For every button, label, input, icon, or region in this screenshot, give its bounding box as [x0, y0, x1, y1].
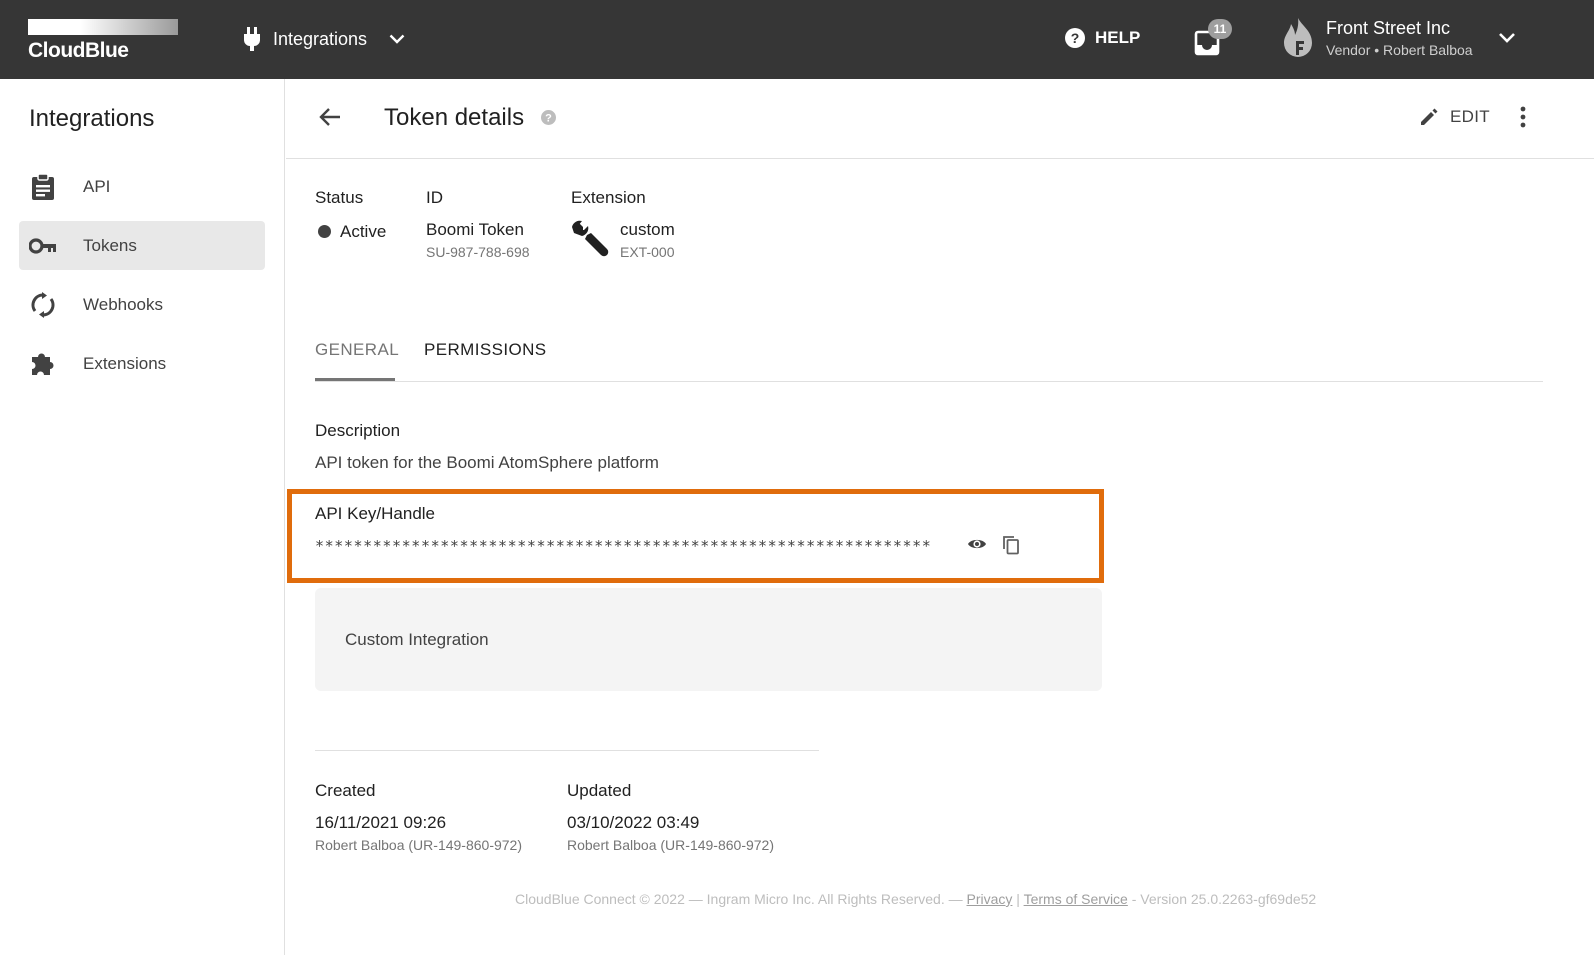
footer-separator: |: [1012, 891, 1024, 907]
id-code: SU-987-788-698: [426, 244, 530, 260]
notifications-button[interactable]: 11: [1194, 19, 1236, 58]
api-key-label: API Key/Handle: [315, 504, 436, 523]
cloudblue-logo[interactable]: CloudBlue: [28, 19, 178, 63]
logo-text: CloudBlue: [28, 39, 129, 62]
terms-link[interactable]: Terms of Service: [1024, 891, 1128, 907]
edit-label: EDIT: [1450, 107, 1490, 126]
sidebar-item-label: Extensions: [83, 353, 167, 373]
tab-permissions[interactable]: PERMISSIONS: [424, 340, 546, 360]
help-circle-icon[interactable]: ?: [541, 110, 556, 125]
created-label: Created: [315, 781, 376, 800]
help-icon: ?: [1065, 28, 1085, 48]
more-vert-icon[interactable]: [1518, 105, 1528, 129]
privacy-link[interactable]: Privacy: [967, 891, 1013, 907]
sidebar-item-tokens[interactable]: Tokens: [19, 221, 265, 270]
sidebar-title: Integrations: [29, 105, 155, 132]
sidebar-item-extensions[interactable]: Extensions: [19, 339, 265, 388]
status-label: Status: [315, 188, 364, 207]
svg-text:?: ?: [1071, 30, 1080, 46]
sidebar-item-webhooks[interactable]: Webhooks: [19, 280, 265, 329]
created-date: 16/11/2021 09:26: [315, 813, 447, 832]
footer-copyright: CloudBlue Connect © 2022 — Ingram Micro …: [515, 891, 967, 907]
content-header: Token details ? EDIT: [286, 79, 1594, 159]
svg-text:?: ?: [545, 113, 552, 125]
custom-integration-text: Custom Integration: [345, 630, 489, 649]
tab-general[interactable]: GENERAL: [315, 340, 399, 360]
back-arrow-icon[interactable]: [318, 105, 342, 129]
status-value: Active: [340, 222, 387, 241]
created-by: Robert Balboa (UR-149-860-972): [315, 837, 522, 853]
extension-code: EXT-000: [620, 244, 675, 260]
copy-icon[interactable]: [1002, 535, 1020, 555]
sidebar-item-label: API: [83, 176, 111, 196]
help-label: HELP: [1095, 28, 1141, 47]
status-dot-icon: [318, 225, 331, 238]
api-key-value: ****************************************…: [315, 537, 932, 555]
description-value: API token for the Boomi AtomSphere platf…: [315, 453, 659, 472]
help-button[interactable]: ? HELP: [1065, 28, 1140, 48]
updated-label: Updated: [567, 781, 632, 800]
sidebar-item-label: Tokens: [83, 235, 137, 255]
page-title: Token details: [384, 104, 525, 131]
puzzle-icon: [29, 350, 57, 378]
plug-icon: [244, 27, 260, 51]
updated-date: 03/10/2022 03:49: [567, 813, 700, 832]
account-name: Front Street Inc: [1326, 18, 1451, 38]
sidebar: Integrations API Tokens Webhooks Extensi…: [0, 79, 285, 955]
footer: CloudBlue Connect © 2022 — Ingram Micro …: [515, 891, 1316, 907]
id-label: ID: [426, 188, 443, 207]
sync-icon: [29, 291, 57, 319]
active-tab-indicator: [315, 378, 395, 381]
extension-name[interactable]: custom: [620, 220, 675, 240]
account-subtitle: Vendor • Robert Balboa: [1326, 42, 1473, 58]
footer-version: - Version 25.0.2263-gf69de52: [1127, 891, 1317, 907]
key-icon: [29, 232, 57, 260]
updated-by: Robert Balboa (UR-149-860-972): [567, 837, 774, 853]
sidebar-item-api[interactable]: API: [19, 162, 265, 211]
edit-button[interactable]: EDIT: [1420, 107, 1490, 127]
account-chevron-down-icon[interactable]: [1498, 28, 1516, 50]
tab-bar: GENERAL PERMISSIONS: [315, 330, 1543, 382]
description-label: Description: [315, 421, 401, 440]
module-switcher[interactable]: Integrations: [243, 26, 405, 52]
top-bar: CloudBlue Integrations ? HELP 11 Front S…: [0, 0, 1594, 79]
notification-badge: 11: [1208, 19, 1232, 39]
pencil-icon: [1421, 108, 1438, 125]
chevron-down-icon: [389, 34, 405, 44]
account-flame-icon: [1284, 18, 1312, 57]
account-switcher[interactable]: Front Street Inc Vendor • Robert Balboa: [1282, 17, 1473, 59]
custom-integration-card: Custom Integration: [315, 588, 1102, 691]
eye-icon[interactable]: [967, 537, 987, 551]
logo-bar: [28, 19, 178, 35]
id-name: Boomi Token: [426, 220, 524, 239]
clipboard-icon: [29, 173, 57, 201]
wrench-icon: [572, 220, 609, 257]
divider: [315, 750, 819, 751]
sidebar-item-label: Webhooks: [83, 294, 164, 314]
extension-label: Extension: [571, 188, 646, 207]
module-label: Integrations: [273, 28, 368, 49]
